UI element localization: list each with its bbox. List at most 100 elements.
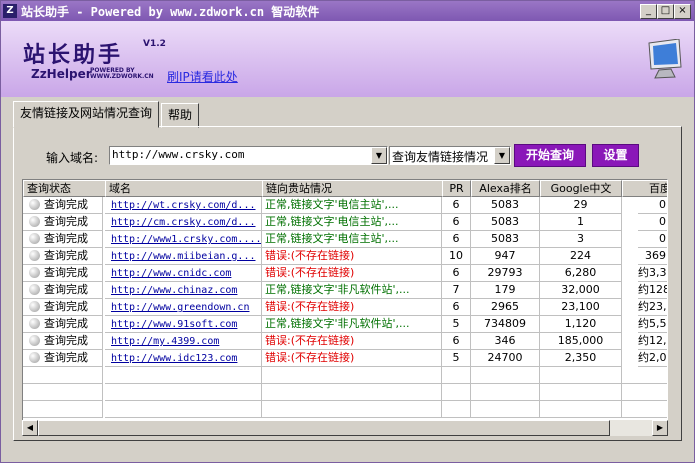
alexa-cell: 734809 [471,316,540,333]
table-row[interactable]: 查询完成 http://www1.crsky.com.... 正常,链接文字'电信主… [23,231,667,248]
status-dot-icon [29,284,40,295]
alexa-cell: 179 [471,282,540,299]
link-status-cell: 正常,链接文字'电信主站',... [262,197,442,214]
status-dot-icon [29,216,40,227]
table-row[interactable]: 查询完成 http://cm.crsky.com/d... 正常,链接文字'电信主站… [23,214,667,231]
alexa-cell: 5083 [471,197,540,214]
baidu-cell: 约23, [638,299,667,316]
baidu-cell: 约128, [638,282,667,299]
empty-cell [622,384,667,401]
table-header: 查询状态 域名 链向贵站情况 PR Alexa排名 Google中文 百度 [23,180,667,197]
status-cell: 查询完成 [23,350,103,367]
domain-link[interactable]: http://www.greendown.cn [105,302,249,313]
logo-title: 站长助手 [23,43,124,68]
status-cell: 查询完成 [23,214,103,231]
column-header-pr[interactable]: PR [442,180,471,197]
domain-cell: http://www.miibeian.g... [105,248,262,265]
table-row[interactable]: 查询完成 http://wt.crsky.com/d... 正常,链接文字'电信主站… [23,197,667,214]
close-button[interactable]: × [674,4,691,19]
status-dot-icon [29,267,40,278]
brush-ip-link[interactable]: 刷IP请看此处 [167,68,238,85]
column-header-link[interactable]: 链向贵站情况 [262,180,443,197]
baidu-cell: 约3,3 [638,265,667,282]
table-row[interactable]: 查询完成 http://www.cnidc.com 错误:(不存在链接) 6 29793… [23,265,667,282]
baidu-cell: 约2,0 [638,350,667,367]
alexa-cell: 29793 [471,265,540,282]
pr-cell: 5 [442,350,471,367]
link-status-cell: 错误:(不存在链接) [262,248,442,265]
baidu-cell: 0 [638,214,667,231]
horizontal-scrollbar[interactable]: ◀ ▶ [22,420,668,436]
start-query-button[interactable]: 开始查询 [514,144,586,167]
table-row[interactable]: 查询完成 http://www.miibeian.g... 错误:(不存在链接) 10… [23,248,667,265]
scrollbar-thumb[interactable] [38,420,610,436]
domain-link[interactable]: http://wt.crsky.com/d... [105,200,256,211]
settings-button[interactable]: 设置 [592,144,639,167]
empty-cell [105,367,262,384]
app-window: Z 站长助手 - Powered by www.zdwork.cn 智动软件 _… [0,0,695,463]
scroll-left-icon[interactable]: ◀ [22,420,38,436]
status-cell: 查询完成 [23,248,103,265]
tab-help[interactable]: 帮助 [161,103,200,128]
status-text: 查询完成 [44,300,88,313]
table-row[interactable]: 查询完成 http://www.91soft.com 正常,链接文字'非凡软件站',… [23,316,667,333]
empty-cell [262,367,442,384]
empty-cell [622,401,667,418]
pr-cell: 10 [442,248,471,265]
pr-cell: 6 [442,214,471,231]
column-header-status[interactable]: 查询状态 [23,180,106,197]
column-header-alexa[interactable]: Alexa排名 [471,180,540,197]
status-dot-icon [29,199,40,210]
baidu-cell: 0 [638,231,667,248]
status-text: 查询完成 [44,198,88,211]
table-row[interactable]: 查询完成 http://www.greendown.cn 错误:(不存在链接) 6 29… [23,299,667,316]
domain-link[interactable]: http://www.cnidc.com [105,268,231,279]
status-text: 查询完成 [44,351,88,364]
domain-link[interactable]: http://www.chinaz.com [105,285,237,296]
column-header-baidu[interactable]: 百度 [622,180,667,197]
alexa-cell: 5083 [471,214,540,231]
logo-version: V1.2 [143,39,166,49]
empty-cell [471,367,540,384]
alexa-cell: 5083 [471,231,540,248]
pr-cell: 6 [442,265,471,282]
scroll-right-icon[interactable]: ▶ [652,420,668,436]
empty-cell [262,384,442,401]
link-status-cell: 错误:(不存在链接) [262,299,442,316]
empty-cell [105,384,262,401]
status-cell: 查询完成 [23,282,103,299]
domain-cell: http://my.4399.com [105,333,262,350]
domain-link[interactable]: http://cm.crsky.com/d... [105,217,256,228]
minimize-button[interactable]: _ [640,4,657,19]
link-status-text: 正常,链接文字'电信主站',... [265,215,399,228]
monitor-icon [648,39,682,79]
domain-link[interactable]: http://www.idc123.com [105,353,237,364]
domain-link[interactable]: http://www.91soft.com [105,319,237,330]
chevron-down-icon[interactable]: ▼ [371,147,387,164]
baidu-cell: 约12,70 [638,333,667,350]
table-row[interactable]: 查询完成 http://my.4399.com 错误:(不存在链接) 6 346 185,… [23,333,667,350]
mode-select[interactable]: 查询友情链接情况 ▼ [389,146,511,165]
title-bar[interactable]: Z 站长助手 - Powered by www.zdwork.cn 智动软件 _… [1,1,694,21]
domain-link[interactable]: http://www1.crsky.com.... [105,234,261,245]
domain-input[interactable]: http://www.crsky.com ▼ [109,146,388,165]
chevron-down-icon[interactable]: ▼ [494,147,510,164]
empty-cell [23,384,103,401]
tab-link-query[interactable]: 友情链接及网站情况查询 [13,101,160,128]
google-cell: 3 [540,231,622,248]
table-row[interactable]: 查询完成 http://www.chinaz.com 正常,链接文字'非凡软件站',… [23,282,667,299]
domain-link[interactable]: http://my.4399.com [105,336,219,347]
pr-cell: 5 [442,316,471,333]
column-header-google[interactable]: Google中文 [540,180,622,197]
domain-input-value: http://www.crsky.com [112,148,245,161]
maximize-button[interactable]: □ [657,4,674,19]
domain-link[interactable]: http://www.miibeian.g... [105,251,256,262]
status-dot-icon [29,335,40,346]
status-text: 查询完成 [44,334,88,347]
table-row[interactable]: 查询完成 http://www.idc123.com 错误:(不存在链接) 5 2470… [23,350,667,367]
column-header-domain[interactable]: 域名 [105,180,265,197]
domain-cell: http://www.chinaz.com [105,282,262,299]
status-cell: 查询完成 [23,299,103,316]
link-status-cell: 正常,链接文字'电信主站',... [262,214,442,231]
empty-cell [442,384,471,401]
